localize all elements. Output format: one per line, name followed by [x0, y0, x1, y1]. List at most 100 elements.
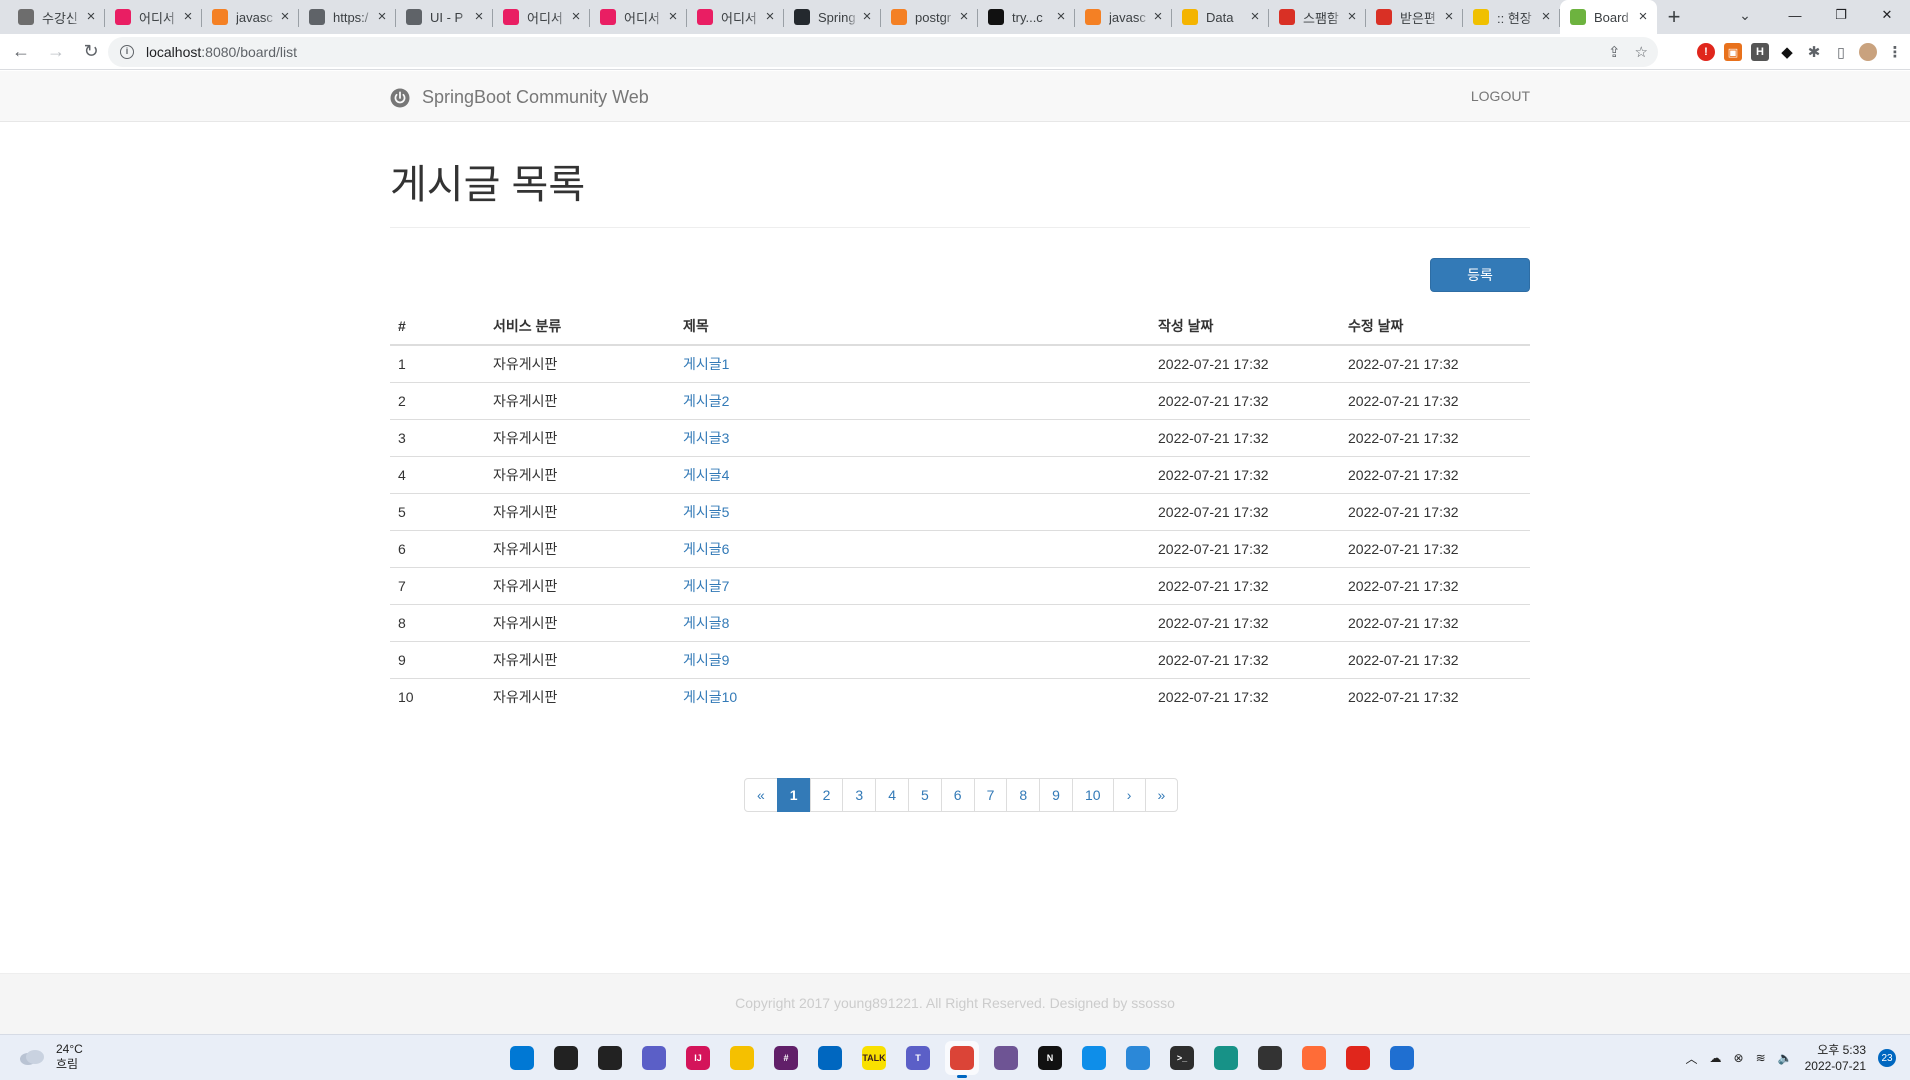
taskbar-explorer-icon[interactable] [725, 1041, 759, 1075]
tray-overflow-icon[interactable]: ︿ [1686, 1050, 1698, 1067]
site-info-icon[interactable]: i [120, 45, 134, 59]
tab-close-icon[interactable]: × [1538, 9, 1554, 25]
tab-close-icon[interactable]: × [1053, 9, 1069, 25]
post-title-link[interactable]: 게시글4 [683, 467, 729, 483]
taskbar-kakaotalk-icon[interactable]: TALK [857, 1041, 891, 1075]
tab-close-icon[interactable]: × [762, 9, 778, 25]
page-link[interactable]: 4 [875, 778, 909, 812]
restore-icon[interactable]: ❐ [1818, 0, 1864, 30]
page-link[interactable]: 3 [842, 778, 877, 812]
browser-tab[interactable]: 스팸함 × [1269, 0, 1366, 34]
tab-close-icon[interactable]: × [1247, 9, 1263, 25]
tab-close-icon[interactable]: × [1150, 9, 1166, 25]
tab-close-icon[interactable]: × [859, 9, 875, 25]
browser-tab[interactable]: UI - P × [396, 0, 493, 34]
post-title-link[interactable]: 게시글10 [683, 689, 737, 705]
page-link[interactable]: « [744, 778, 778, 812]
tab-close-icon[interactable]: × [956, 9, 972, 25]
taskbar-photos-icon[interactable] [1385, 1041, 1419, 1075]
post-title-link[interactable]: 게시글5 [683, 504, 729, 520]
browser-tab[interactable]: Board × [1560, 0, 1657, 34]
post-title-link[interactable]: 게시글6 [683, 541, 729, 557]
browser-tab[interactable]: try...c × [978, 0, 1075, 34]
taskbar-store-icon[interactable] [813, 1041, 847, 1075]
back-icon[interactable]: ← [7, 38, 35, 66]
reload-icon[interactable]: ↻ [77, 38, 105, 66]
taskbar-teamviewer-icon[interactable] [1077, 1041, 1111, 1075]
menu-kebab-icon[interactable]: ⋮ [1886, 43, 1904, 61]
tray-app-icon[interactable]: ⊗ [1734, 1051, 1744, 1065]
browser-tab[interactable]: 어디서 × [590, 0, 687, 34]
page-link[interactable]: 8 [1006, 778, 1041, 812]
page-link[interactable]: 10 [1071, 778, 1114, 812]
post-title-link[interactable]: 게시글9 [683, 652, 729, 668]
taskbar-start-icon[interactable] [505, 1041, 539, 1075]
adblock-icon[interactable]: ! [1697, 43, 1715, 61]
taskbar-chrome-icon[interactable] [945, 1041, 979, 1078]
taskbar-notion-icon[interactable]: N [1033, 1041, 1067, 1075]
browser-tab[interactable]: 어디서 × [687, 0, 784, 34]
taskbar-postman-icon[interactable] [1297, 1041, 1331, 1075]
post-title-link[interactable]: 게시글8 [683, 615, 729, 631]
browser-tab[interactable]: Spring × [784, 0, 881, 34]
browser-tab[interactable]: 어디서 × [105, 0, 202, 34]
register-button[interactable]: 등록 [1430, 258, 1530, 292]
page-link[interactable]: 2 [809, 778, 844, 812]
taskbar-terminal-icon[interactable]: >_ [1165, 1041, 1199, 1075]
page-link[interactable]: › [1112, 778, 1146, 812]
taskbar-notepad-icon[interactable] [1121, 1041, 1155, 1075]
extensions-puzzle-icon[interactable]: ✱ [1805, 43, 1823, 61]
browser-tab[interactable]: https:/ × [299, 0, 396, 34]
post-title-link[interactable]: 게시글7 [683, 578, 729, 594]
taskbar-acrobat-icon[interactable] [1341, 1041, 1375, 1075]
tab-close-icon[interactable]: × [1344, 9, 1360, 25]
notification-badge[interactable]: 23 [1878, 1049, 1896, 1067]
wifi-icon[interactable]: ≋ [1756, 1051, 1766, 1065]
taskbar-gitkraken-icon[interactable] [1209, 1041, 1243, 1075]
url-text[interactable]: localhost:8080/board/list [146, 44, 297, 60]
browser-tab[interactable]: 어디서 × [493, 0, 590, 34]
browser-tab[interactable]: javasc × [1075, 0, 1172, 34]
profile-avatar-icon[interactable] [1859, 43, 1877, 61]
tab-close-icon[interactable]: × [665, 9, 681, 25]
weather-widget[interactable]: 24°C 흐림 [18, 1042, 83, 1072]
onedrive-icon[interactable]: ☁ [1710, 1051, 1722, 1065]
volume-icon[interactable]: 🔈 [1778, 1051, 1793, 1065]
taskbar-linux-icon[interactable] [1253, 1041, 1287, 1075]
extension-h-icon[interactable]: H [1751, 43, 1769, 61]
side-panel-icon[interactable]: ▯ [1832, 43, 1850, 61]
taskbar-search-icon[interactable] [549, 1041, 583, 1075]
post-title-link[interactable]: 게시글2 [683, 393, 729, 409]
page-link[interactable]: 7 [973, 778, 1008, 812]
taskbar-github-desktop-icon[interactable] [989, 1041, 1023, 1075]
taskbar-chat-icon[interactable] [637, 1041, 671, 1075]
close-window-icon[interactable]: ✕ [1864, 0, 1910, 30]
page-link[interactable]: 1 [776, 778, 811, 812]
browser-tab[interactable]: 받은편 × [1366, 0, 1463, 34]
post-title-link[interactable]: 게시글1 [683, 356, 729, 372]
brand[interactable]: SpringBoot Community Web [390, 87, 649, 108]
browser-tab[interactable]: postgr × [881, 0, 978, 34]
clock[interactable]: 오후 5:33 2022-07-21 [1805, 1042, 1866, 1074]
tab-close-icon[interactable]: × [1441, 9, 1457, 25]
page-link[interactable]: 9 [1039, 778, 1073, 812]
tab-close-icon[interactable]: × [1635, 9, 1651, 25]
address-bar[interactable]: i localhost:8080/board/list ⇪ ☆ [108, 37, 1658, 67]
tab-close-icon[interactable]: × [180, 9, 196, 25]
page-link[interactable]: » [1144, 778, 1179, 812]
browser-tab[interactable]: :: 현장 × [1463, 0, 1560, 34]
page-link[interactable]: 6 [940, 778, 975, 812]
taskbar-slack-icon[interactable]: # [769, 1041, 803, 1075]
extension-orange-icon[interactable]: ▣ [1724, 43, 1742, 61]
tab-close-icon[interactable]: × [471, 9, 487, 25]
browser-tab[interactable]: javasc × [202, 0, 299, 34]
logout-link[interactable]: LOGOUT [1471, 88, 1530, 104]
browser-tab[interactable]: Data × [1172, 0, 1269, 34]
tab-close-icon[interactable]: × [568, 9, 584, 25]
taskbar-teams-icon[interactable]: T [901, 1041, 935, 1075]
forward-icon[interactable]: → [42, 38, 70, 66]
taskbar-intellij-icon[interactable]: IJ [681, 1041, 715, 1075]
page-link[interactable]: 5 [907, 778, 942, 812]
new-tab-button[interactable]: + [1657, 0, 1691, 34]
post-title-link[interactable]: 게시글3 [683, 430, 729, 446]
